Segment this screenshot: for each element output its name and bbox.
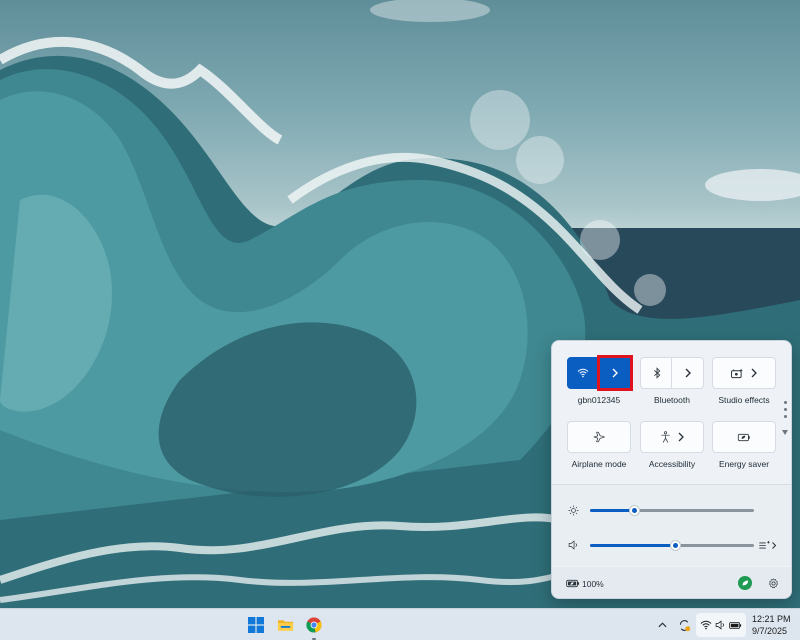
wifi-toggle-button[interactable]: [567, 357, 599, 389]
audio-output-button[interactable]: [758, 538, 780, 552]
start-button[interactable]: [244, 613, 268, 637]
sun-icon: [568, 505, 579, 516]
bluetooth-toggle-button[interactable]: [640, 357, 672, 389]
battery-status[interactable]: 100%: [564, 575, 624, 593]
bluetooth-tile-label: Bluetooth: [654, 395, 690, 405]
chrome-icon: [306, 617, 322, 633]
folder-icon: [277, 620, 293, 631]
accessibility-tile: Accessibility: [640, 421, 704, 473]
energy-saver-tile: Energy saver: [712, 421, 776, 473]
airplane-mode-tile-label: Airplane mode: [571, 459, 627, 469]
settings-button[interactable]: [766, 576, 780, 590]
studio-effects-button[interactable]: [712, 357, 776, 389]
speaker-icon: [568, 540, 577, 550]
show-hidden-icons-button[interactable]: [654, 617, 670, 633]
chevron-down-icon: [782, 430, 788, 435]
energy-saver-footer-button[interactable]: [738, 576, 752, 590]
battery-icon: [566, 579, 580, 588]
network-volume-battery-button[interactable]: [696, 613, 746, 637]
leaf-icon: [742, 580, 749, 586]
airplane-mode-button[interactable]: [567, 421, 631, 453]
volume-slider-fill: [590, 544, 675, 547]
chrome-button[interactable]: [302, 613, 326, 640]
sliders-section: [552, 485, 791, 566]
chevron-right-icon: [772, 541, 777, 549]
battery-icon: [728, 621, 741, 629]
gear-icon: [768, 577, 778, 588]
brightness-slider-fill: [590, 509, 634, 512]
chevron-up-icon: [657, 622, 667, 628]
battery-percent: 100%: [582, 579, 604, 589]
wifi-tile-label: gbn012345: [577, 395, 621, 405]
clock-button[interactable]: 12:21 PM 9/7/2025: [752, 613, 796, 637]
sync-icon: [679, 619, 690, 631]
brightness-slider-thumb[interactable]: [629, 505, 640, 516]
accessibility-tile-label: Accessibility: [648, 459, 696, 469]
highlight-box: [597, 355, 633, 391]
brightness-slider[interactable]: [590, 505, 754, 516]
wifi-icon: [577, 368, 589, 378]
volume-slider[interactable]: [590, 540, 754, 551]
camera-effects-icon: [731, 368, 744, 378]
bluetooth-tile: Bluetooth: [640, 357, 704, 409]
accessibility-icon: [660, 431, 670, 443]
wifi-tile: gbn012345: [567, 355, 633, 409]
accessibility-button[interactable]: [640, 421, 704, 453]
studio-effects-tile-label: Studio effects: [718, 395, 770, 405]
chevron-right-icon: [685, 368, 691, 378]
clock-time: 12:21 PM: [752, 614, 791, 624]
windows-logo-icon: [248, 617, 264, 633]
airplane-icon: [593, 431, 605, 443]
bluetooth-divider: [671, 362, 672, 384]
airplane-mode-tile: Airplane mode: [567, 421, 631, 473]
energy-saver-tile-label: Energy saver: [718, 459, 770, 469]
quick-settings-footer: 100%: [552, 567, 791, 598]
volume-slider-thumb[interactable]: [670, 540, 681, 551]
chevron-right-icon: [751, 368, 757, 378]
quick-settings-panel: gbn012345 Bluetooth Studio effects Airpl…: [551, 340, 792, 599]
tiles-pagination[interactable]: [782, 401, 788, 440]
studio-effects-tile: Studio effects: [712, 357, 776, 409]
energy-saver-button[interactable]: [712, 421, 776, 453]
taskbar: 12:21 PM 9/7/2025: [0, 608, 800, 640]
energy-saver-icon: [737, 433, 750, 441]
audio-output-icon: [759, 540, 770, 549]
wifi-icon: [700, 620, 712, 630]
bluetooth-icon: [653, 367, 660, 379]
speaker-icon: [715, 620, 724, 630]
update-tray-icon[interactable]: [676, 617, 692, 633]
file-explorer-button[interactable]: [273, 613, 297, 637]
clock-date: 9/7/2025: [752, 626, 788, 636]
bluetooth-expand-button[interactable]: [671, 357, 704, 389]
chevron-right-icon: [678, 432, 684, 442]
